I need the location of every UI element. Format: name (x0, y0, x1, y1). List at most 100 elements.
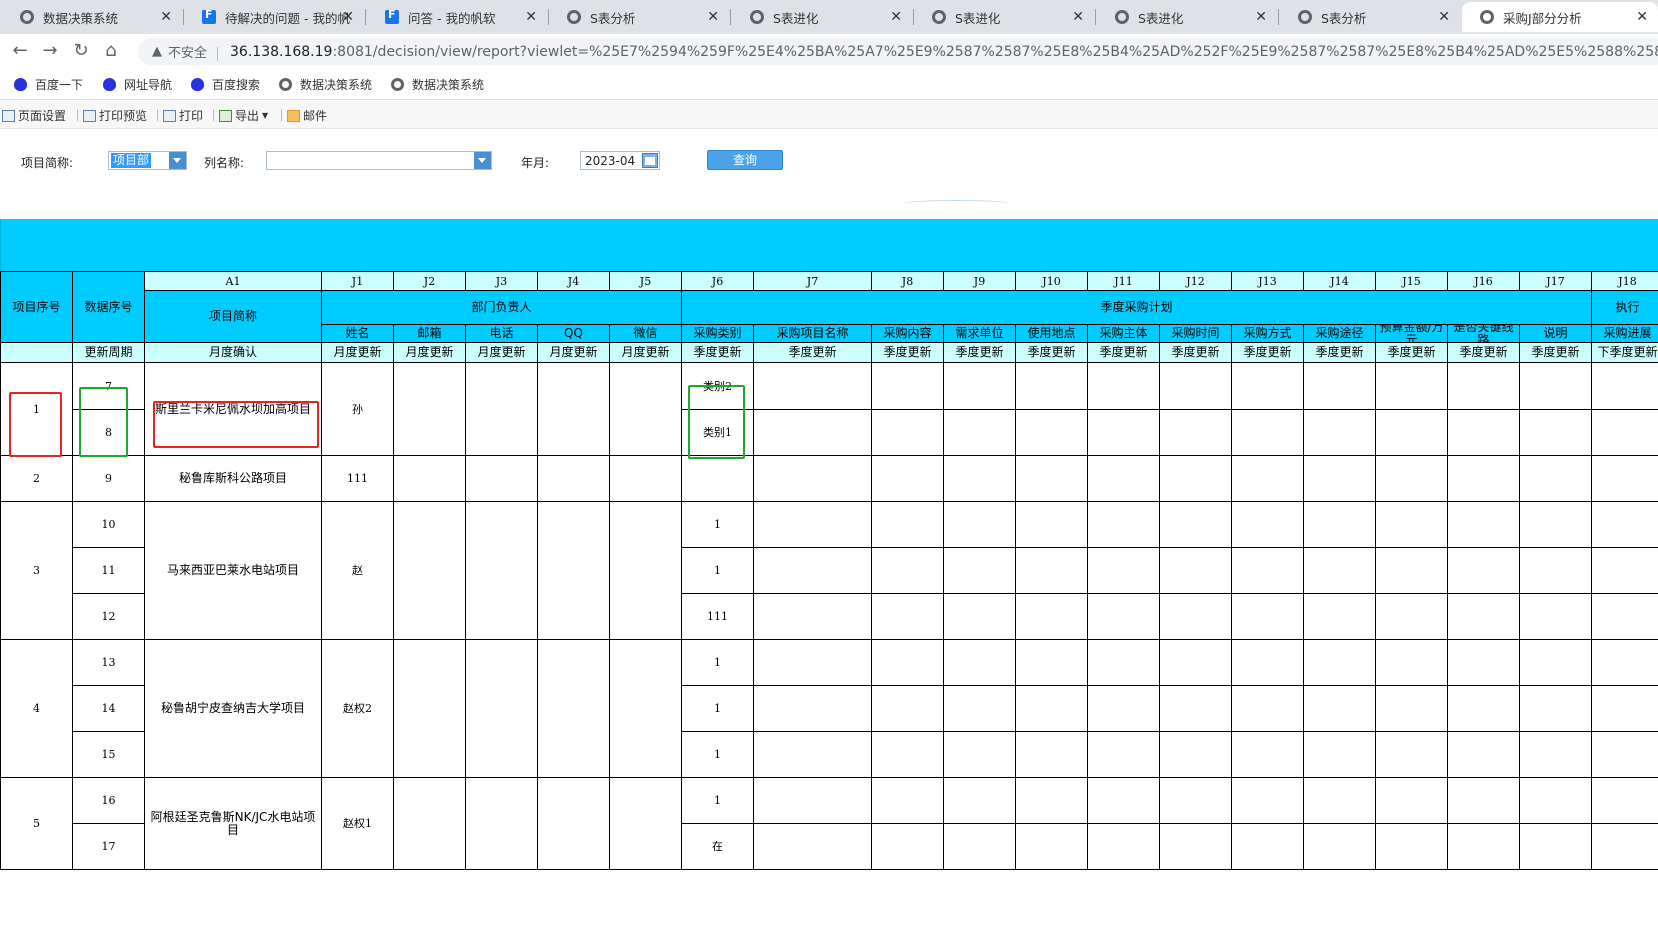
input-cell[interactable] (754, 686, 872, 732)
input-cell[interactable] (754, 548, 872, 594)
input-cell[interactable] (1016, 824, 1088, 870)
input-cell[interactable] (1160, 363, 1232, 410)
input-cell[interactable] (1592, 410, 1658, 456)
close-icon[interactable]: ✕ (890, 9, 902, 25)
input-cell[interactable] (944, 548, 1016, 594)
input-cell[interactable] (1592, 502, 1658, 548)
input-cell[interactable] (754, 732, 872, 778)
input-cell[interactable] (872, 502, 944, 548)
input-cell[interactable] (872, 456, 944, 502)
input-cell[interactable] (872, 410, 944, 456)
person-name-cell[interactable]: 111 (322, 456, 394, 502)
chevron-down-icon[interactable] (474, 152, 491, 169)
input-cell[interactable] (1448, 824, 1520, 870)
input-cell[interactable] (1520, 732, 1592, 778)
input-cell[interactable] (872, 778, 944, 824)
input-cell[interactable] (1520, 456, 1592, 502)
browser-tab[interactable]: 采购J部分分析 ✕ (1462, 2, 1658, 32)
input-cell[interactable] (1232, 502, 1304, 548)
input-cell[interactable] (1016, 502, 1088, 548)
input-cell[interactable] (1520, 686, 1592, 732)
input-cell[interactable] (1016, 410, 1088, 456)
calendar-icon[interactable] (642, 153, 658, 168)
browser-tab[interactable]: 问答 - 我的帆软 ✕ (367, 2, 547, 32)
input-cell[interactable] (1520, 502, 1592, 548)
input-cell[interactable] (944, 502, 1016, 548)
category-cell[interactable]: 1 (682, 732, 754, 778)
input-cell[interactable] (1376, 410, 1448, 456)
input-cell[interactable] (610, 778, 682, 870)
collapse-handle[interactable] (902, 200, 1012, 208)
home-icon[interactable]: ⌂ (99, 39, 123, 63)
input-cell[interactable] (1016, 640, 1088, 686)
input-cell[interactable] (1448, 732, 1520, 778)
category-cell[interactable]: 111 (682, 594, 754, 640)
person-name-cell[interactable]: 赵权1 (322, 778, 394, 870)
browser-tab[interactable]: S表进化 ✕ (1097, 2, 1277, 32)
input-cell[interactable] (872, 640, 944, 686)
input-cell[interactable] (1160, 502, 1232, 548)
input-cell[interactable] (1160, 548, 1232, 594)
input-cell[interactable] (754, 778, 872, 824)
close-icon[interactable]: ✕ (342, 9, 354, 25)
print-button[interactable]: 打印 (163, 107, 203, 124)
input-cell[interactable] (1376, 363, 1448, 410)
input-cell[interactable] (1448, 502, 1520, 548)
input-cell[interactable] (1232, 778, 1304, 824)
input-cell[interactable] (754, 363, 872, 410)
input-cell[interactable] (944, 824, 1016, 870)
input-cell[interactable] (538, 640, 610, 778)
input-cell[interactable] (1376, 778, 1448, 824)
person-name-cell[interactable]: 赵 (322, 502, 394, 640)
input-cell[interactable] (1592, 456, 1658, 502)
input-cell[interactable] (754, 502, 872, 548)
address-bar[interactable]: ▲ 不安全 36.138.168.19:8081/decision/view/r… (138, 38, 1658, 65)
bookmark-decision-system-1[interactable]: 数据决策系统 (279, 76, 372, 93)
input-cell[interactable] (538, 778, 610, 870)
input-cell[interactable] (1016, 363, 1088, 410)
input-cell[interactable] (1520, 824, 1592, 870)
column-combo[interactable] (266, 151, 492, 170)
input-cell[interactable] (394, 640, 466, 778)
input-cell[interactable] (1448, 548, 1520, 594)
input-cell[interactable] (1232, 594, 1304, 640)
input-cell[interactable] (1376, 640, 1448, 686)
input-cell[interactable] (1160, 594, 1232, 640)
input-cell[interactable] (754, 410, 872, 456)
input-cell[interactable] (872, 732, 944, 778)
input-cell[interactable] (1304, 456, 1376, 502)
input-cell[interactable] (1304, 824, 1376, 870)
input-cell[interactable] (1160, 824, 1232, 870)
input-cell[interactable] (1520, 410, 1592, 456)
close-icon[interactable]: ✕ (1636, 9, 1648, 25)
input-cell[interactable] (1160, 778, 1232, 824)
input-cell[interactable] (1376, 824, 1448, 870)
input-cell[interactable] (1448, 456, 1520, 502)
browser-tab[interactable]: S表进化 ✕ (914, 2, 1094, 32)
input-cell[interactable] (1304, 594, 1376, 640)
bookmark-decision-system-2[interactable]: 数据决策系统 (391, 76, 484, 93)
input-cell[interactable] (538, 502, 610, 640)
chevron-down-icon[interactable] (169, 152, 186, 169)
input-cell[interactable] (466, 456, 538, 502)
input-cell[interactable] (1448, 686, 1520, 732)
category-cell[interactable]: 1 (682, 686, 754, 732)
input-cell[interactable] (1016, 686, 1088, 732)
bookmark-baidu-search[interactable]: 百度搜索 (191, 76, 260, 93)
input-cell[interactable] (944, 594, 1016, 640)
input-cell[interactable] (872, 363, 944, 410)
input-cell[interactable] (1592, 686, 1658, 732)
input-cell[interactable] (944, 732, 1016, 778)
input-cell[interactable] (754, 456, 872, 502)
input-cell[interactable] (1160, 686, 1232, 732)
browser-tab[interactable]: S表分析 ✕ (1280, 2, 1460, 32)
input-cell[interactable] (394, 778, 466, 870)
query-button[interactable]: 查询 (707, 150, 783, 170)
category-cell[interactable]: 1 (682, 778, 754, 824)
input-cell[interactable] (610, 456, 682, 502)
input-cell[interactable] (1304, 640, 1376, 686)
reload-icon[interactable]: ↻ (69, 39, 93, 63)
input-cell[interactable] (1376, 456, 1448, 502)
category-cell[interactable] (682, 456, 754, 502)
input-cell[interactable] (1088, 363, 1160, 410)
